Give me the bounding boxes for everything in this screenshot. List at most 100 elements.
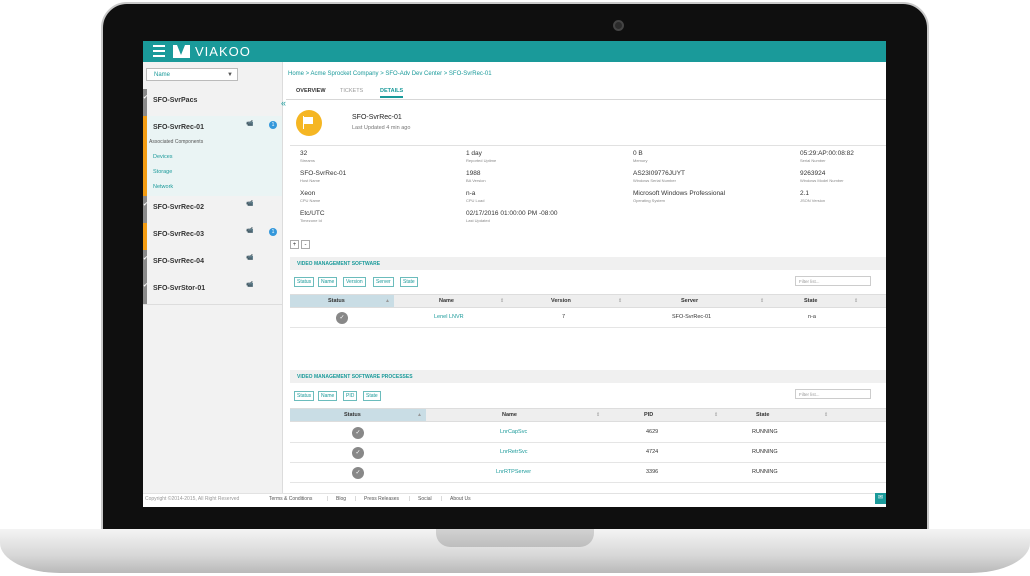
footer-separator: | bbox=[409, 496, 411, 502]
detail-label: Timezone Id bbox=[300, 218, 322, 223]
col-status[interactable]: Status bbox=[344, 412, 361, 418]
sidebar-item-sfo-svrrec-04[interactable]: ✔ SFO-SvrRec-04 📹 bbox=[143, 250, 282, 278]
sort-asc-icon[interactable]: ▲ bbox=[417, 412, 422, 418]
table-row[interactable]: ✓ LnrRetrSvc 4724 RUNNING bbox=[290, 443, 886, 463]
col-server[interactable]: Server bbox=[681, 298, 698, 304]
chat-icon[interactable]: ✉ bbox=[875, 493, 886, 504]
detail-label: Reported Uptime bbox=[466, 158, 497, 163]
laptop-notch bbox=[436, 529, 594, 547]
sort-icon[interactable]: ⇕ bbox=[596, 412, 600, 418]
process-name[interactable]: LnrCapSvc bbox=[500, 429, 527, 435]
collapse-sidebar-icon[interactable]: « bbox=[281, 98, 286, 108]
col-version[interactable]: Version bbox=[551, 298, 571, 304]
check-icon: ✔ bbox=[143, 256, 149, 262]
processes-filter-input[interactable]: Filter list... bbox=[795, 389, 871, 399]
sidebar-item-sfo-svrrec-02[interactable]: ✔ SFO-SvrRec-02 📹 bbox=[143, 196, 282, 224]
sort-icon[interactable]: ⇕ bbox=[854, 298, 858, 304]
viakoo-logo-icon bbox=[173, 45, 190, 58]
detail-value: 9263924 bbox=[800, 170, 826, 177]
column-toggle-name[interactable]: Name bbox=[318, 277, 338, 287]
table-row[interactable]: ✓ LnrRTPServer 3396 RUNNING bbox=[290, 463, 886, 483]
detail-field: 0 B Memory bbox=[633, 150, 783, 163]
app-screen: VIAKOO Name ▼ ✔ SFO-SvrPacs SFO-SvrRec-0… bbox=[143, 41, 886, 507]
collapse-all-button[interactable]: - bbox=[301, 240, 310, 249]
sort-icon[interactable]: ⇕ bbox=[760, 298, 764, 304]
sidebar-item-sfo-svrstor-01[interactable]: ✔ SFO-SvrStor-01 📹 bbox=[143, 277, 282, 305]
tab-tickets[interactable]: TICKETS bbox=[340, 88, 363, 94]
vms-name[interactable]: Lenel LNVR bbox=[434, 314, 464, 320]
process-state: RUNNING bbox=[752, 429, 778, 435]
sort-icon[interactable]: ⇕ bbox=[824, 412, 828, 418]
col-name[interactable]: Name bbox=[502, 412, 517, 418]
tab-bar: « OVERVIEW TICKETS DETAILS bbox=[281, 84, 886, 108]
sort-select[interactable]: Name ▼ bbox=[146, 68, 238, 81]
detail-label: CPU Load bbox=[466, 198, 485, 203]
detail-value: 0 B bbox=[633, 150, 643, 157]
column-toggle-pid[interactable]: PID bbox=[343, 391, 358, 401]
detail-field: 1988 BA Version bbox=[466, 170, 616, 183]
detail-label: Streams bbox=[300, 158, 315, 163]
sidebar-item-sfo-svrrec-03[interactable]: SFO-SvrRec-03 📹 1 bbox=[143, 223, 282, 251]
camera-icon: 📹 bbox=[246, 201, 254, 207]
footer-link-blog[interactable]: Blog bbox=[336, 496, 346, 502]
column-toggle-name[interactable]: Name bbox=[318, 391, 338, 401]
detail-field: 1 day Reported Uptime bbox=[466, 150, 616, 163]
column-toggle-status[interactable]: Status bbox=[294, 391, 315, 401]
table-row[interactable]: ✓ LnrCapSvc 4629 RUNNING bbox=[290, 423, 886, 443]
tab-overview[interactable]: OVERVIEW bbox=[296, 88, 326, 94]
table-row[interactable]: ✓ Lenel LNVR 7 SFO-SvrRec-01 n-a bbox=[290, 308, 886, 328]
sidebar-sub-network[interactable]: Network bbox=[153, 184, 173, 190]
column-toggle-status[interactable]: Status bbox=[294, 277, 315, 287]
sidebar-item-sfo-svrrec-01[interactable]: SFO-SvrRec-01 📹 1 Associated Components … bbox=[143, 116, 282, 197]
page-title: SFO-SvrRec-01 bbox=[352, 114, 402, 121]
sort-icon[interactable]: ⇕ bbox=[500, 298, 504, 304]
process-state: RUNNING bbox=[752, 469, 778, 475]
alert-badge: 1 bbox=[269, 228, 277, 236]
footer-separator: | bbox=[441, 496, 443, 502]
footer-separator: | bbox=[355, 496, 357, 502]
detail-label: Windows Model Number bbox=[800, 178, 844, 183]
footer-link-about[interactable]: About Us bbox=[450, 496, 471, 502]
sort-asc-icon[interactable]: ▲ bbox=[385, 298, 390, 304]
footer-link-terms[interactable]: Terms & Conditions bbox=[269, 496, 312, 502]
sidebar-sub-devices[interactable]: Devices bbox=[153, 154, 173, 160]
detail-value: Etc/UTC bbox=[300, 210, 325, 217]
detail-value: Xeon bbox=[300, 190, 316, 197]
detail-field: 9263924 Windows Model Number bbox=[800, 170, 886, 183]
last-updated: Last Updated 4 min ago bbox=[352, 125, 411, 131]
detail-value: AS23I09776JUYT bbox=[633, 170, 686, 177]
detail-field: AS23I09776JUYT Windows Serial Number bbox=[633, 170, 783, 183]
sidebar-sub-storage[interactable]: Storage bbox=[153, 169, 172, 175]
col-state[interactable]: State bbox=[804, 298, 817, 304]
sort-icon[interactable]: ⇕ bbox=[618, 298, 622, 304]
sidebar: Name ▼ ✔ SFO-SvrPacs SFO-SvrRec-01 📹 1 A… bbox=[143, 62, 283, 507]
col-pid[interactable]: PID bbox=[644, 412, 653, 418]
detail-value: 1 day bbox=[466, 150, 482, 157]
detail-label: Serial Number bbox=[800, 158, 826, 163]
detail-label: Host Name bbox=[300, 178, 321, 183]
vms-section-header[interactable]: VIDEO MANAGEMENT SOFTWARE bbox=[290, 257, 886, 270]
col-status[interactable]: Status bbox=[328, 298, 345, 304]
sort-icon[interactable]: ⇕ bbox=[714, 412, 718, 418]
breadcrumb[interactable]: Home > Acme Sprocket Company > SFO-Adv D… bbox=[288, 71, 492, 77]
camera-icon: 📹 bbox=[246, 282, 254, 288]
footer-link-social[interactable]: Social bbox=[418, 496, 432, 502]
tab-details[interactable]: DETAILS bbox=[380, 88, 404, 98]
column-toggle-version[interactable]: Version bbox=[343, 277, 366, 287]
col-name[interactable]: Name bbox=[439, 298, 454, 304]
expand-all-button[interactable]: + bbox=[290, 240, 299, 249]
vms-filter-input[interactable]: Filter list... bbox=[795, 276, 871, 286]
hamburger-menu-icon[interactable] bbox=[153, 45, 165, 57]
camera-icon: 📹 bbox=[246, 255, 254, 261]
column-toggle-state[interactable]: State bbox=[363, 391, 381, 401]
column-toggle-server[interactable]: Server bbox=[373, 277, 394, 287]
col-state[interactable]: State bbox=[756, 412, 769, 418]
process-name[interactable]: LnrRetrSvc bbox=[500, 449, 528, 455]
footer-link-press[interactable]: Press Releases bbox=[364, 496, 399, 502]
process-name[interactable]: LnrRTPServer bbox=[496, 469, 531, 475]
column-toggle-state[interactable]: State bbox=[400, 277, 418, 287]
processes-table-header: Status ▲ Name ⇕ PID ⇕ State ⇕ bbox=[290, 408, 886, 422]
processes-section-header[interactable]: VIDEO MANAGEMENT SOFTWARE PROCESSES bbox=[290, 370, 886, 383]
sidebar-item-sfo-svrpacs[interactable]: ✔ SFO-SvrPacs bbox=[143, 89, 282, 117]
detail-value: 2.1 bbox=[800, 190, 810, 197]
